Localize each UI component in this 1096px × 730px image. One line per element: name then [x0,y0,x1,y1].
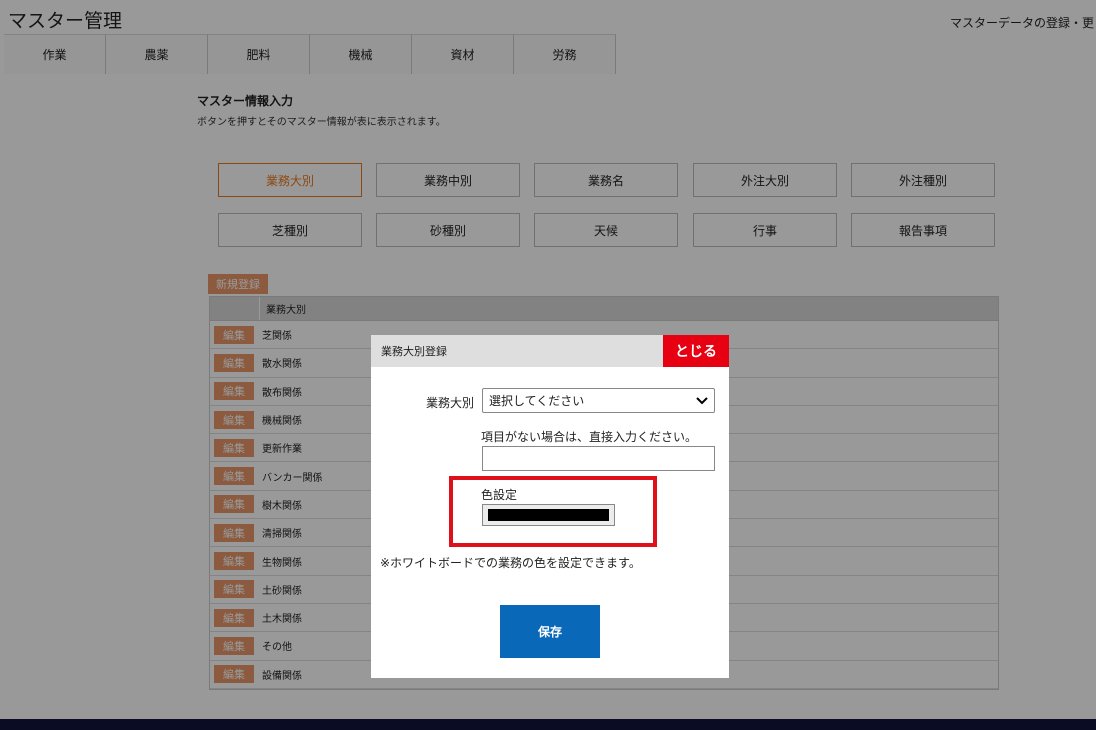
color-picker[interactable] [482,504,615,526]
save-button[interactable]: 保存 [500,605,600,658]
direct-input-hint: 項目がない場合は、直接入力ください。 [481,430,698,444]
field-label: 業務大別 [426,396,475,410]
category-select[interactable]: 選択してください [482,388,715,413]
close-button[interactable]: とじる [663,335,729,367]
select-value: 選択してください [489,394,585,408]
color-swatch [488,509,609,521]
color-note: ※ホワイトボードでの業務の色を設定できます。 [380,556,641,570]
modal-title: 業務大別登録 [381,345,447,358]
register-modal: 業務大別登録 とじる 業務大別 選択してください 項目がない場合は、直接入力くだ… [371,335,729,678]
modal-header: 業務大別登録 とじる [371,335,729,367]
chevron-down-icon [696,397,708,405]
color-setting-label: 色設定 [481,488,518,502]
direct-input-field[interactable] [482,446,715,471]
